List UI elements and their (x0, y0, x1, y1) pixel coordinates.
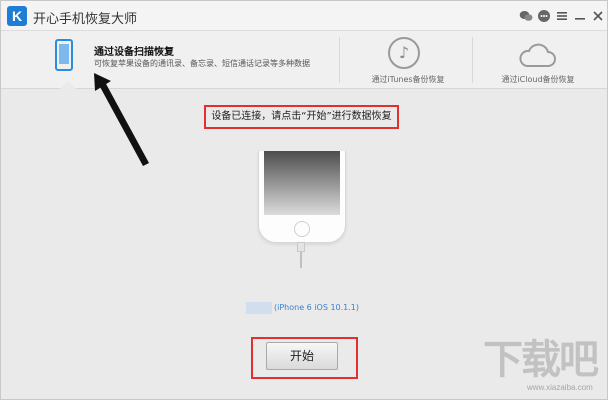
watermark-logo: 下载吧 (483, 337, 599, 383)
app-window: K 开心手机恢复大师 通过设备扫描恢复 可恢复苹果设备的通讯录、备忘录、短信通话… (0, 0, 608, 400)
watermark: 下载吧 www.xiazaiba.com (483, 323, 607, 397)
watermark-url: www.xiazaiba.com (527, 383, 593, 392)
